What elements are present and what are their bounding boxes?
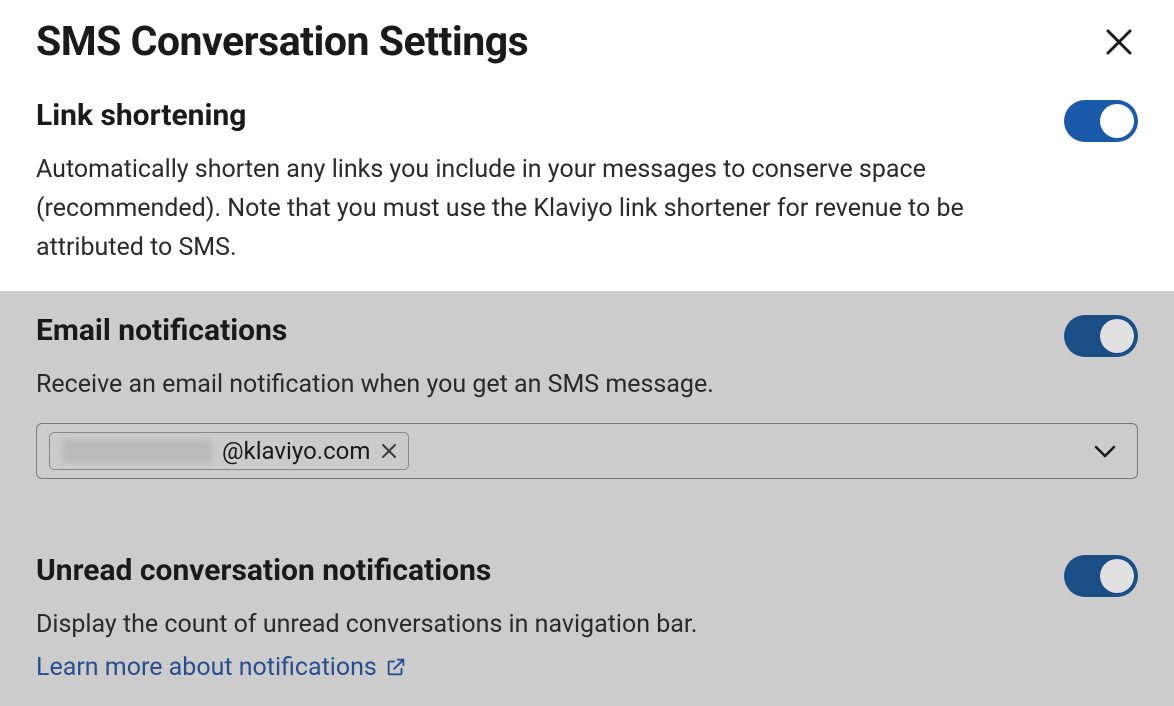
unread-notifications-toggle[interactable] <box>1064 555 1138 597</box>
unread-notifications-description: Display the count of unread conversation… <box>36 606 1044 645</box>
toggle-knob <box>1100 319 1134 353</box>
email-redacted <box>62 439 212 463</box>
external-link-icon <box>385 656 407 678</box>
close-button[interactable] <box>1100 23 1138 61</box>
email-notifications-description: Receive an email notification when you g… <box>36 366 1044 405</box>
sms-settings-modal: SMS Conversation Settings Link shortenin… <box>0 0 1174 704</box>
dropdown-chevron[interactable] <box>1091 437 1119 465</box>
section-link-shortening: Link shortening Automatically shorten an… <box>0 76 1174 291</box>
email-recipient-select[interactable]: @klaviyo.com <box>36 423 1138 479</box>
close-icon <box>1104 27 1134 57</box>
email-notifications-title: Email notifications <box>36 313 1044 348</box>
modal-header: SMS Conversation Settings <box>0 0 1174 76</box>
email-notifications-toggle[interactable] <box>1064 315 1138 357</box>
email-chip: @klaviyo.com <box>49 432 409 470</box>
modal-title: SMS Conversation Settings <box>36 18 528 66</box>
unread-notifications-title: Unread conversation notifications <box>36 553 1044 588</box>
email-chip-remove[interactable] <box>380 442 398 460</box>
link-shortening-toggle[interactable] <box>1064 100 1138 142</box>
email-chip-domain: @klaviyo.com <box>222 437 370 465</box>
learn-more-link-text: Learn more about notifications <box>36 653 377 682</box>
learn-more-link[interactable]: Learn more about notifications <box>36 653 407 682</box>
chevron-down-icon <box>1091 437 1119 465</box>
close-icon <box>380 442 398 460</box>
section-unread-notifications: Unread conversation notifications Displa… <box>0 503 1174 706</box>
section-email-notifications: Email notifications Receive an email not… <box>0 291 1174 503</box>
link-shortening-description: Automatically shorten any links you incl… <box>36 151 1044 267</box>
link-shortening-title: Link shortening <box>36 98 1044 133</box>
toggle-knob <box>1100 104 1134 138</box>
toggle-knob <box>1100 559 1134 593</box>
